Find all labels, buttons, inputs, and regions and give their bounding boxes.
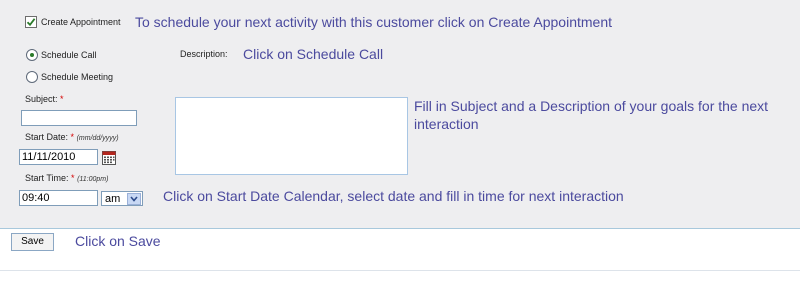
calendar-icon[interactable] (102, 151, 116, 170)
start-date-required-mark: * (70, 132, 75, 142)
fill-hint-line1: Fill in Subject and a Description of you… (414, 98, 769, 114)
start-time-format: (11:00pm) (77, 176, 109, 183)
start-date-label: Start Date: * (mm/dd/yyyy) (25, 132, 119, 142)
create-appointment-checkbox[interactable] (25, 16, 37, 28)
schedule-call-label: Schedule Call (41, 50, 97, 60)
start-date-input[interactable]: 11/11/2010 (19, 149, 98, 165)
start-time-label-text: Start Time: (25, 173, 69, 183)
fill-hint-line2: interaction (414, 116, 479, 132)
start-time-label: Start Time: * (11:00pm) (25, 173, 108, 183)
bottom-divider (0, 270, 800, 271)
start-time-hint: Click on Start Date Calendar, select dat… (163, 188, 624, 204)
ampm-select[interactable]: am (101, 191, 143, 206)
schedule-meeting-label: Schedule Meeting (41, 72, 114, 82)
start-date-format: (mm/dd/yyyy) (76, 135, 119, 142)
schedule-meeting-radio[interactable] (26, 71, 38, 83)
create-appointment-hint: To schedule your next activity with this… (135, 14, 612, 30)
subject-label: Subject: * (25, 94, 64, 104)
create-appointment-label: Create Appointment (41, 17, 121, 27)
subject-label-text: Subject: (25, 94, 58, 104)
save-button[interactable]: Save (11, 233, 54, 251)
description-textarea[interactable] (175, 97, 408, 175)
subject-required-mark: * (60, 94, 64, 104)
description-label: Description: (180, 49, 228, 59)
start-date-label-text: Start Date: (25, 132, 69, 142)
subject-input[interactable] (21, 110, 137, 126)
ampm-selected-value: am (105, 193, 121, 205)
save-hint: Click on Save (75, 233, 161, 249)
start-time-required-mark: * (71, 173, 75, 183)
radio-selected-dot (30, 53, 34, 57)
checkmark-icon (26, 18, 36, 27)
panel-divider (0, 228, 800, 229)
start-time-input[interactable]: 09:40 (19, 190, 98, 206)
description-hint: Click on Schedule Call (243, 46, 384, 62)
chevron-down-icon (127, 193, 141, 205)
schedule-call-radio[interactable] (26, 49, 38, 61)
